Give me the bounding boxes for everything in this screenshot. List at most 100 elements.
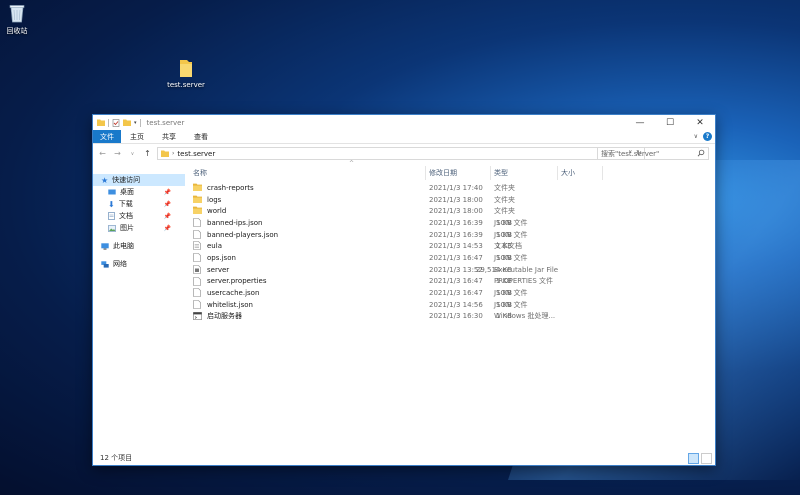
file-size: 1 KB [495,277,512,286]
file-name: world [207,207,227,216]
file-date: 2021/1/3 16:47 [429,253,483,262]
nav-item-pictures[interactable]: 图片 📌 [93,222,185,234]
file-size: 1 KB [495,218,512,227]
new-folder-icon[interactable] [123,119,131,126]
nav-item-label: 网络 [113,260,127,268]
folder-icon [156,58,216,78]
column-header-size[interactable]: 大小 [561,168,575,178]
table-row[interactable]: banned-players.json 2021/1/3 16:39 JSON 文件… [185,229,715,241]
maximize-button[interactable]: ☐ [655,115,685,130]
folder-icon [193,206,202,216]
column-divider[interactable] [557,166,558,180]
file-type: 文件夹 [494,195,515,204]
help-icon[interactable]: ? [703,132,712,141]
tab-view[interactable]: 查看 [185,130,217,143]
properties-icon[interactable] [112,118,120,127]
forward-arrow-icon[interactable]: → [112,149,123,158]
nav-item-network[interactable]: 网络 [93,258,185,270]
address-box[interactable]: › test.server ∨ ↻ [157,147,645,160]
file-name: ops.json [207,253,236,262]
file-size: 1 KB [495,253,512,262]
nav-item-label: 桌面 [120,188,134,196]
file-explorer-window: ▾ test.server — ☐ ✕ 文件 主页 共享 查看 ∨ ? ← → … [92,114,716,466]
file-icon [193,253,201,264]
table-row[interactable]: crash-reports 2021/1/3 17:40 文件夹 [185,182,715,194]
folder-icon [193,195,202,205]
table-row[interactable]: 启动服务器 2021/1/3 16:30 Windows 批处理... 1 KB [185,311,715,323]
large-icons-view-button[interactable] [701,453,712,464]
file-date: 2021/1/3 18:00 [429,207,483,216]
ribbon-right-controls: ∨ ? [694,132,712,141]
recycle-bin-label: 回收站 [6,27,28,35]
pin-icon: 📌 [163,188,171,196]
divider [139,118,141,127]
table-row[interactable]: server 2021/1/3 13:52 Executable Jar File 2… [185,264,715,276]
table-row[interactable]: usercache.json 2021/1/3 16:47 JSON 文件 1 KB [185,287,715,299]
column-divider[interactable] [490,166,491,180]
table-row[interactable]: banned-ips.json 2021/1/3 16:39 JSON 文件 1 KB [185,217,715,229]
window-controls: — ☐ ✕ [625,115,715,130]
breadcrumb-chevron-icon[interactable]: › [172,150,174,157]
column-header-name[interactable]: 名称 [193,168,207,178]
folder-icon [193,183,202,193]
pin-icon: 📌 [163,200,171,208]
column-divider[interactable] [425,166,426,180]
address-path[interactable]: test.server [177,150,215,158]
nav-item-downloads[interactable]: ⬇ 下载 📌 [93,198,185,210]
file-name: server.properties [207,277,267,286]
file-size: 1 KB [495,312,512,321]
file-date: 2021/1/3 16:39 [429,230,483,239]
close-button[interactable]: ✕ [685,115,715,130]
file-date: 2021/1/3 13:52 [429,265,483,274]
desktop-folder-test-server[interactable]: test.server [156,58,216,89]
column-header-type[interactable]: 类型 [494,168,508,178]
nav-item-documents[interactable]: 文档 📌 [93,210,185,222]
desktop-recycle-bin[interactable]: 回收站 [0,3,47,36]
nav-item-label: 图片 [120,224,134,232]
title-bar[interactable]: ▾ test.server — ☐ ✕ [93,115,715,130]
pin-icon: 📌 [163,212,171,220]
file-name: crash-reports [207,183,254,192]
column-header-date[interactable]: 修改日期 [429,168,457,178]
table-row[interactable]: whitelist.json 2021/1/3 14:56 JSON 文件 1 KB [185,299,715,311]
download-icon: ⬇ [108,199,115,209]
picture-icon [108,224,116,232]
nav-item-this-pc[interactable]: 此电脑 [93,240,185,252]
address-bar-row: ← → ∨ ↑ › test.server ∨ ↻ 搜索"test.server… [93,144,715,163]
search-input[interactable]: 搜索"test.server" [597,147,709,160]
chevron-down-icon[interactable]: ▾ [134,120,137,126]
table-row[interactable]: world 2021/1/3 18:00 文件夹 [185,205,715,217]
up-arrow-icon[interactable]: ↑ [142,149,153,158]
recent-chevron-icon[interactable]: ∨ [127,151,138,157]
table-row[interactable]: eula 2021/1/3 14:53 文本文档 1 KB [185,240,715,252]
file-size: 29,514 KB [475,265,512,274]
view-toggles [688,453,712,464]
table-row[interactable]: ops.json 2021/1/3 16:47 JSON 文件 1 KB [185,252,715,264]
file-icon [193,229,201,241]
search-icon[interactable] [697,149,705,157]
tab-share[interactable]: 共享 [153,130,185,143]
item-count: 12 个项目 [100,454,133,462]
file-date: 2021/1/3 16:47 [429,277,483,286]
file-type: 文件夹 [494,207,515,216]
sort-ascending-icon: ^ [349,160,355,167]
tab-home[interactable]: 主页 [121,130,153,143]
nav-item-desktop[interactable]: 桌面 📌 [93,186,185,198]
table-row[interactable]: logs 2021/1/3 18:00 文件夹 [185,194,715,206]
minimize-button[interactable]: — [625,115,655,130]
column-divider[interactable] [602,166,603,180]
table-row[interactable]: server.properties 2021/1/3 16:47 PROPERTIE… [185,276,715,288]
details-view-button[interactable] [688,453,699,464]
ribbon-expand-icon[interactable]: ∨ [694,133,698,140]
back-arrow-icon[interactable]: ← [97,149,108,158]
nav-item-label: 快速访问 [112,176,141,184]
nav-item-label: 下载 [118,200,133,208]
file-name: logs [207,195,222,204]
nav-item-quick-access[interactable]: ★ 快速访问 [93,174,185,186]
batch-file-icon [193,311,202,322]
explorer-body: ★ 快速访问 桌面 📌 ⬇ 下载 📌 文档 📌 图片 📌 此电脑 网络 ^ 名称… [93,160,715,454]
tab-file[interactable]: 文件 [93,130,121,143]
divider [108,118,109,127]
status-bar: 12 个项目 [93,451,715,465]
ribbon-tabs: 文件 主页 共享 查看 ∨ ? [93,130,715,144]
